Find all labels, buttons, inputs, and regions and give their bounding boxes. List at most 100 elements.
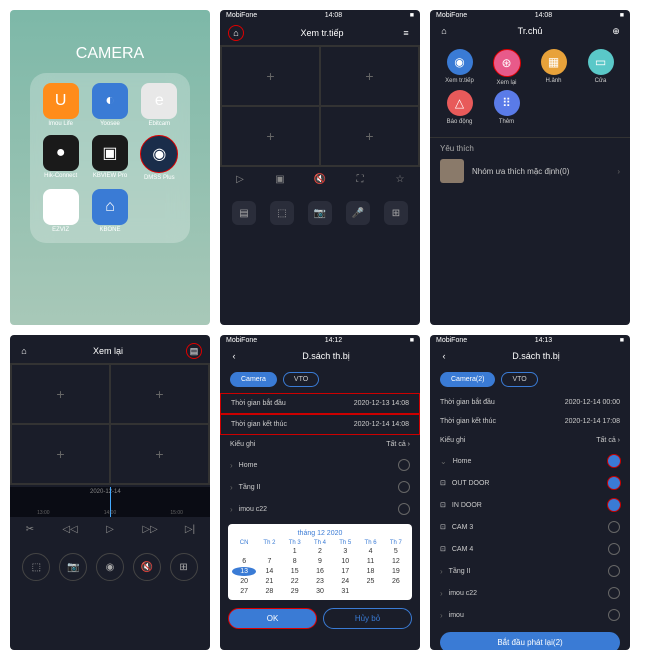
favorite-item[interactable]: Nhóm ưa thích mặc định(0) › <box>440 153 620 189</box>
tab-camera[interactable]: Camera(2) <box>440 372 495 387</box>
home-icon[interactable]: ⌂ <box>438 25 450 37</box>
app-kbview-pro[interactable]: ▣KBVIEW Pro <box>89 135 130 181</box>
app-ezviz[interactable]: ▸EZVIZ <box>40 189 81 233</box>
action-button[interactable]: ▤ <box>232 201 256 225</box>
tab-vto[interactable]: VTO <box>501 372 537 387</box>
calendar-day[interactable]: 15 <box>283 567 307 576</box>
device-item[interactable]: ›imou c22 <box>220 498 420 520</box>
record-type-row[interactable]: Kiểu ghiTất cả › <box>220 435 420 454</box>
calendar-day[interactable]: 7 <box>257 557 281 566</box>
calendar-day[interactable]: 4 <box>358 547 382 556</box>
feature-Báo động[interactable]: △Báo động <box>438 90 481 125</box>
app-dmss-plus[interactable]: ◉DMSS Plus <box>139 135 180 181</box>
calendar-day[interactable]: 22 <box>283 577 307 586</box>
calendar-day[interactable]: 26 <box>384 577 408 586</box>
settings-icon[interactable]: ⊕ <box>610 25 622 37</box>
app-yoosee[interactable]: ◐Yoosee <box>89 83 130 127</box>
menu-icon[interactable]: ≡ <box>400 27 412 39</box>
home-icon[interactable]: ⌂ <box>228 25 244 41</box>
action-button[interactable]: 🔇 <box>133 553 161 581</box>
end-time-row[interactable]: Thời gian kết thúc2020-12-14 17:08 <box>430 412 630 431</box>
calendar-day[interactable]: 31 <box>333 587 357 596</box>
device-item[interactable]: ⊡CAM 3 <box>430 516 630 538</box>
tab-camera[interactable]: Camera <box>230 372 277 387</box>
calendar-day[interactable]: 13 <box>232 567 256 576</box>
calendar-day[interactable]: 20 <box>232 577 256 586</box>
timeline[interactable]: 2020-12-14 13:0014:0015:00 <box>10 487 210 517</box>
calendar-day[interactable]: 23 <box>308 577 332 586</box>
device-item[interactable]: ⊡CAM 4 <box>430 538 630 560</box>
device-item[interactable]: ⊡IN DOOR <box>430 494 630 516</box>
playback-icon[interactable]: ✂ <box>24 523 36 535</box>
camera-grid[interactable]: ++++ <box>220 45 420 167</box>
calendar-day[interactable]: 29 <box>283 587 307 596</box>
action-button[interactable]: ⬚ <box>22 553 50 581</box>
feature-Xem tr.tiếp[interactable]: ◉Xem tr.tiếp <box>438 49 481 86</box>
action-button[interactable]: ◉ <box>96 553 124 581</box>
control-icon[interactable]: 🔇 <box>314 173 326 185</box>
device-list-icon[interactable]: ▤ <box>186 343 202 359</box>
calendar-day[interactable]: 3 <box>333 547 357 556</box>
action-button[interactable]: ⬚ <box>270 201 294 225</box>
action-button[interactable]: ⊞ <box>384 201 408 225</box>
calendar-day[interactable]: 21 <box>257 577 281 586</box>
action-button[interactable]: 📷 <box>308 201 332 225</box>
feature-Thêm[interactable]: ⠿Thêm <box>485 90 528 125</box>
calendar-day[interactable]: 30 <box>308 587 332 596</box>
playback-icon[interactable]: ▷| <box>184 523 196 535</box>
app-kbone[interactable]: ⌂KBONE <box>89 189 130 233</box>
calendar-day[interactable]: 14 <box>257 567 281 576</box>
device-item[interactable]: ›Home <box>220 454 420 476</box>
end-time-row[interactable]: Thời gian kết thúc2020-12-14 14:08 <box>220 414 420 435</box>
device-item[interactable]: ›Tầng II <box>220 476 420 498</box>
device-item[interactable]: ›Tầng II <box>430 560 630 582</box>
calendar-day[interactable]: 25 <box>358 577 382 586</box>
calendar-day[interactable]: 6 <box>232 557 256 566</box>
device-item[interactable]: ⊡OUT DOOR <box>430 472 630 494</box>
control-icon[interactable]: ▷ <box>234 173 246 185</box>
calendar-day[interactable]: 8 <box>283 557 307 566</box>
calendar-day[interactable]: 24 <box>333 577 357 586</box>
control-icon[interactable]: ▣ <box>274 173 286 185</box>
calendar-day[interactable]: 18 <box>358 567 382 576</box>
start-playback-button[interactable]: Bắt đầu phát lại(2) <box>440 632 620 650</box>
playback-icon[interactable]: ▷▷ <box>144 523 156 535</box>
control-icon[interactable]: ⛶ <box>354 173 366 185</box>
feature-Xem lại[interactable]: ⊛Xem lại <box>485 49 528 86</box>
action-button[interactable]: 📷 <box>59 553 87 581</box>
back-icon[interactable]: ‹ <box>438 350 450 362</box>
home-icon[interactable]: ⌂ <box>18 345 30 357</box>
app-hik-connect[interactable]: ●Hik-Connect <box>40 135 81 181</box>
calendar-day[interactable]: 9 <box>308 557 332 566</box>
app-ebitcam[interactable]: eEbitcam <box>139 83 180 127</box>
calendar-day[interactable]: 11 <box>358 557 382 566</box>
action-button[interactable]: ⊞ <box>170 553 198 581</box>
calendar-day[interactable]: 16 <box>308 567 332 576</box>
control-icon[interactable]: ☆ <box>394 173 406 185</box>
playback-icon[interactable]: ▷ <box>104 523 116 535</box>
calendar-day[interactable]: 17 <box>333 567 357 576</box>
calendar-day[interactable]: 2 <box>308 547 332 556</box>
cancel-button[interactable]: Hủy bỏ <box>323 608 412 629</box>
feature-H.ảnh[interactable]: ▦H.ảnh <box>532 49 575 86</box>
start-time-row[interactable]: Thời gian bắt đầu2020-12-14 00:00 <box>430 393 630 412</box>
calendar-day[interactable]: 28 <box>257 587 281 596</box>
action-button[interactable]: 🎤 <box>346 201 370 225</box>
device-item[interactable]: ›imou c22 <box>430 582 630 604</box>
calendar-day[interactable]: 1 <box>283 547 307 556</box>
calendar-day[interactable]: 10 <box>333 557 357 566</box>
feature-Cửa[interactable]: ▭Cửa <box>579 49 622 86</box>
calendar-day[interactable]: 27 <box>232 587 256 596</box>
playback-icon[interactable]: ◁◁ <box>64 523 76 535</box>
device-item[interactable]: ⌄Home <box>430 450 630 472</box>
device-item[interactable]: ›imou <box>430 604 630 626</box>
ok-button[interactable]: OK <box>228 608 317 629</box>
start-time-row[interactable]: Thời gian bắt đầu2020-12-13 14:08 <box>220 393 420 414</box>
app-imou-life[interactable]: UImou Life <box>40 83 81 127</box>
calendar-day[interactable]: 5 <box>384 547 408 556</box>
back-icon[interactable]: ‹ <box>228 350 240 362</box>
camera-grid[interactable]: ++++ <box>10 363 210 485</box>
tab-vto[interactable]: VTO <box>283 372 319 387</box>
calendar-day[interactable]: 12 <box>384 557 408 566</box>
calendar-day[interactable]: 19 <box>384 567 408 576</box>
